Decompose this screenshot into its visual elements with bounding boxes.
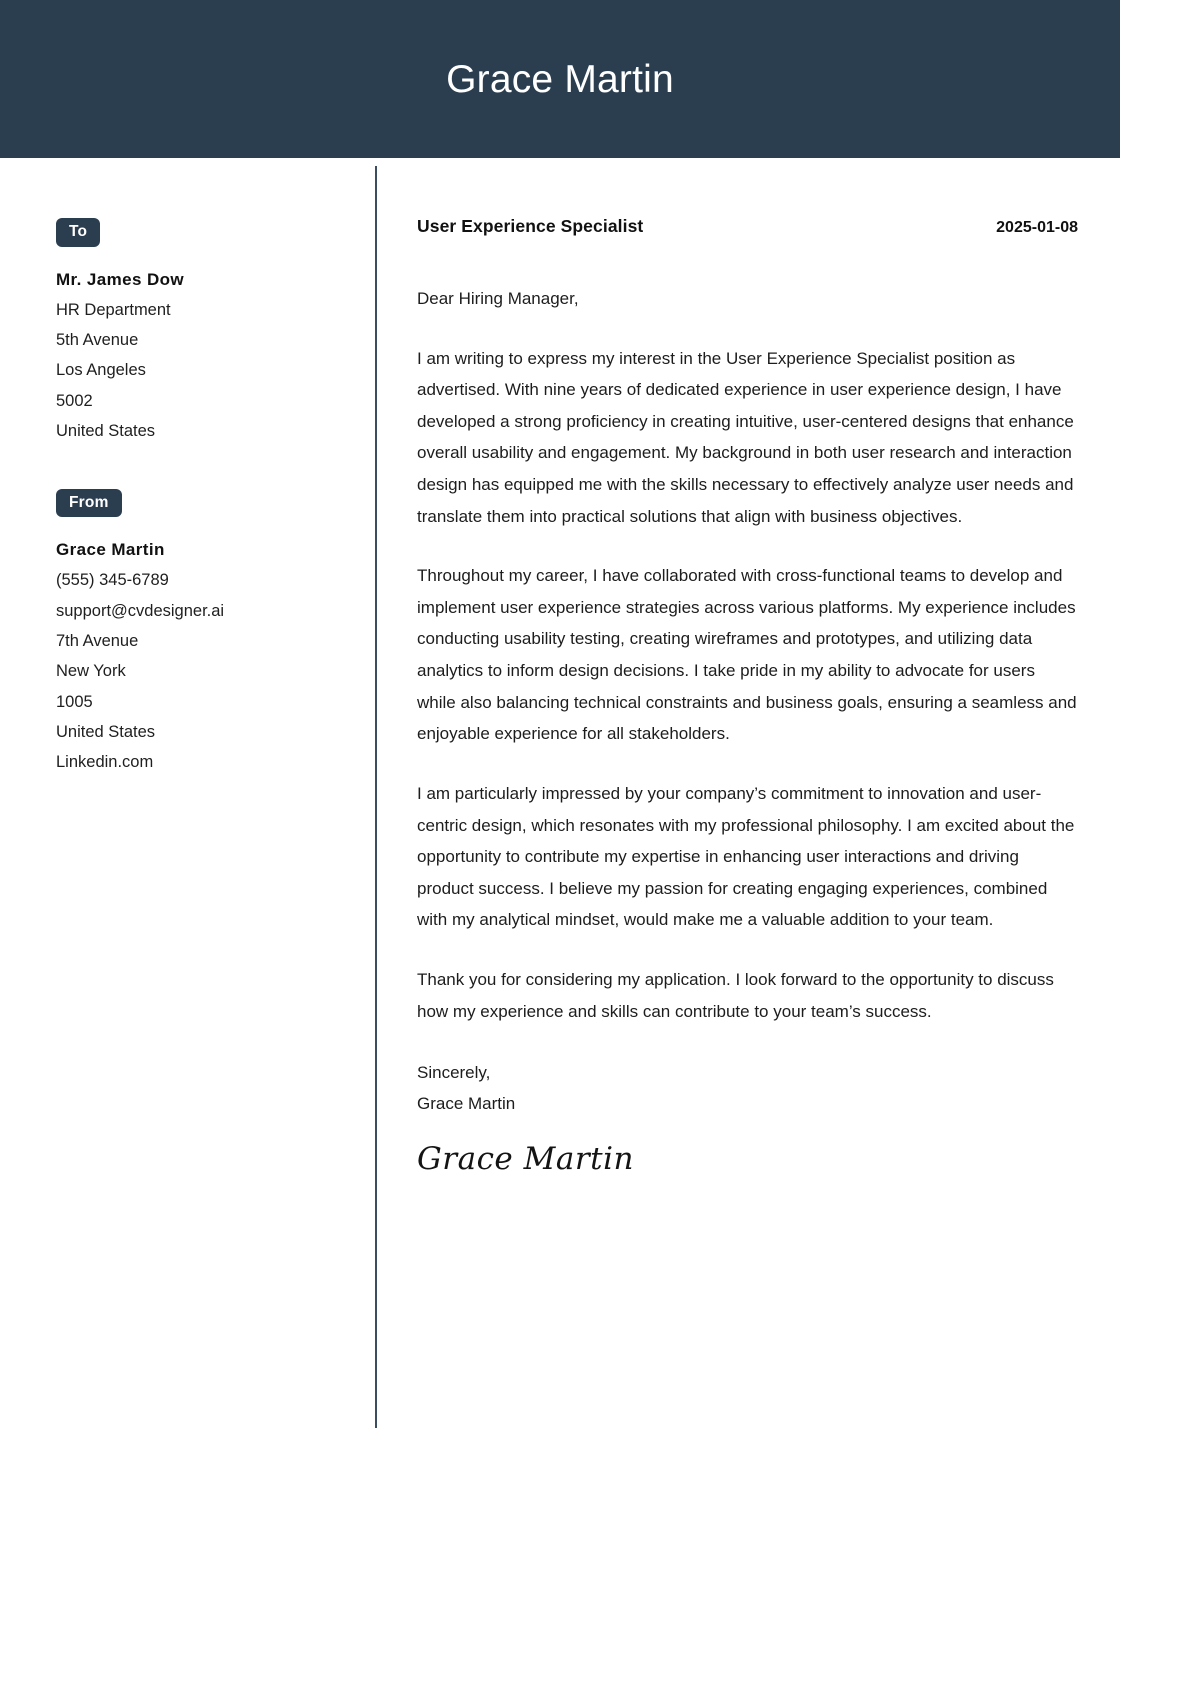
recipient-line: HR Department	[56, 300, 171, 319]
closing-block: Sincerely, Grace Martin	[417, 1057, 1078, 1120]
sidebar: To Mr. James Dow HR Department 5th Avenu…	[0, 158, 375, 1428]
letter-paragraph: I am particularly impressed by your comp…	[417, 783, 1075, 930]
recipient-block: To Mr. James Dow HR Department 5th Avenu…	[56, 218, 345, 447]
sender-phone: (555) 345-6789	[56, 571, 169, 590]
closing-name: Grace Martin	[417, 1094, 516, 1114]
letter-paragraph: Throughout my career, I have collaborate…	[417, 566, 1077, 744]
from-tag-badge: From	[56, 488, 122, 518]
sender-name: Grace Martin	[56, 540, 165, 560]
sender-line: New York	[56, 662, 126, 681]
sender-line: 1005	[56, 692, 93, 711]
sender-linkedin[interactable]: Linkedin.com	[56, 747, 345, 777]
letter-paragraph: Thank you for considering my application…	[417, 969, 1054, 1021]
signature-script: Grace Martin	[417, 1140, 635, 1177]
cover-letter-page: Grace Martin To Mr. James Dow HR Departm…	[0, 0, 1120, 1684]
recipient-line: Los Angeles	[56, 361, 146, 380]
page-title: Grace Martin	[446, 57, 674, 101]
document-header-band: Grace Martin	[0, 0, 1120, 158]
letter-paragraph: I am writing to express my interest in t…	[417, 348, 1074, 526]
sender-block: From Grace Martin (555) 345-6789 support…	[56, 488, 345, 778]
sender-line: United States	[56, 723, 156, 742]
sender-email[interactable]: support@cvdesigner.ai	[56, 596, 345, 626]
recipient-name: Mr. James Dow	[56, 269, 185, 289]
letter-header-row: User Experience Specialist 2025-01-08	[417, 216, 1078, 237]
salutation: Dear Hiring Manager,	[417, 289, 579, 308]
job-title: User Experience Specialist	[417, 216, 644, 236]
letter-date: 2025-01-08	[996, 219, 1078, 236]
recipient-line: 5th Avenue	[56, 331, 139, 350]
recipient-line: 5002	[56, 391, 93, 410]
closing-salutation: Sincerely,	[417, 1063, 491, 1083]
to-tag-badge: To	[56, 218, 101, 247]
recipient-address: Mr. James Dow HR Department 5th Avenue L…	[56, 265, 345, 447]
letter-content: User Experience Specialist 2025-01-08 De…	[377, 158, 1120, 1428]
sender-address: Grace Martin (555) 345-6789 support@cvde…	[56, 535, 345, 778]
document-body: To Mr. James Dow HR Department 5th Avenu…	[0, 158, 1120, 1428]
sender-line: 7th Avenue	[56, 632, 139, 651]
recipient-line: United States	[56, 422, 156, 441]
